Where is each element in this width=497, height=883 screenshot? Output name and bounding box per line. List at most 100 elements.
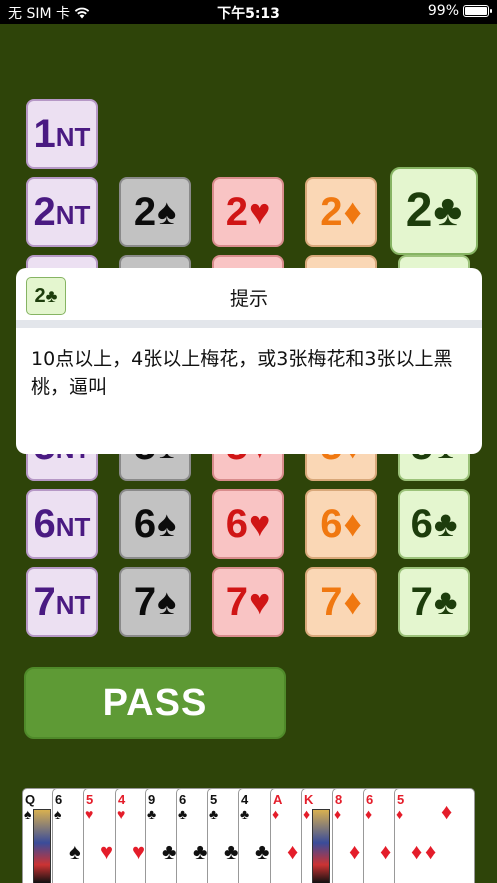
bid-7-diamonds[interactable]: 7 ♦ xyxy=(305,567,377,637)
nt-label: NT xyxy=(55,122,91,152)
battery-percent: 99% xyxy=(427,3,459,19)
hand-card-5-♦[interactable]: 5 ♦ ♦ ♦ ♦ xyxy=(394,788,475,883)
pass-button[interactable]: PASS xyxy=(24,667,286,739)
battery-icon xyxy=(463,5,492,17)
card-pip-icon: ♥ xyxy=(100,839,114,864)
bid-level: 7 xyxy=(225,580,248,624)
card-pip-icon: ♦ xyxy=(425,839,437,864)
card-pip-icon: ♣ xyxy=(162,839,177,864)
bid-7-clubs[interactable]: 7 ♣ xyxy=(398,567,470,637)
bid-level: 7 xyxy=(320,580,343,624)
card-suit-icon: ♠ xyxy=(24,806,32,822)
card-pip-icon: ♦ xyxy=(441,799,453,824)
card-rank: 5 xyxy=(210,792,218,807)
card-rank: 8 xyxy=(335,792,343,807)
card-suit-icon: ♦ xyxy=(272,806,280,822)
heart-icon: ♥ xyxy=(248,581,271,622)
heart-icon: ♥ xyxy=(248,503,271,544)
card-suit-icon: ♥ xyxy=(117,806,126,822)
bid-6-spades[interactable]: 6 ♠ xyxy=(119,489,191,559)
nt-label: NT xyxy=(55,590,91,620)
card-suit-icon: ♦ xyxy=(334,806,342,822)
dialog-message: 10点以上，4张以上梅花，或3张梅花和3张以上黑桃，逼叫 xyxy=(31,348,453,398)
dialog-header: 2 ♣ 提示 xyxy=(16,268,482,320)
bid-6-clubs[interactable]: 6 ♣ xyxy=(398,489,470,559)
status-bar: 无 SIM 卡 下午5:13 99% xyxy=(0,0,497,24)
bid-level: 6 xyxy=(320,502,343,546)
bid-6-nt[interactable]: 6 NT xyxy=(26,489,98,559)
card-rank: K xyxy=(304,792,314,807)
diamond-icon: ♦ xyxy=(343,503,362,544)
card-rank: 6 xyxy=(366,792,374,807)
club-icon: ♣ xyxy=(433,186,463,235)
card-pip-icon: ♦ xyxy=(380,839,392,864)
bid-2-nt[interactable]: 2 NT xyxy=(26,177,98,247)
bid-level: 2 xyxy=(320,190,343,234)
club-icon: ♣ xyxy=(433,581,458,622)
player-hand: Q ♠ 6 ♠ ♠ 5 ♥ ♥ 4 ♥ ♥ 9 ♣ ♣ 6 ♣ ♣ 5 ♣ ♣ 4 ♣ ♣ A ♦ ♦ K ♦ 8 ♦ ♦ 6 ♦ ♦ 5 ♦ ♦ ♦ ♦ xyxy=(0,788,497,883)
card-rank: A xyxy=(273,792,283,807)
card-pip-icon: ♣ xyxy=(193,839,208,864)
bid-6-diamonds[interactable]: 6 ♦ xyxy=(305,489,377,559)
card-pip-icon: ♦ xyxy=(287,839,299,864)
heart-icon: ♥ xyxy=(248,191,271,232)
dialog-title: 提示 xyxy=(229,288,268,310)
card-suit-icon: ♥ xyxy=(85,806,94,822)
card-pip-icon: ♣ xyxy=(255,839,270,864)
card-rank: 5 xyxy=(397,792,405,807)
bid-6-hearts[interactable]: 6 ♥ xyxy=(212,489,284,559)
bid-level: 1 xyxy=(33,112,56,156)
card-pip-icon: ♣ xyxy=(224,839,239,864)
card-suit-icon: ♦ xyxy=(396,806,404,822)
card-suit-icon: ♣ xyxy=(209,806,219,822)
bid-level: 7 xyxy=(33,580,56,624)
dialog-divider xyxy=(16,320,482,328)
card-rank: 4 xyxy=(241,792,249,807)
bid-7-spades[interactable]: 7 ♠ xyxy=(119,567,191,637)
spade-icon: ♠ xyxy=(157,191,177,232)
bid-2-hearts[interactable]: 2 ♥ xyxy=(212,177,284,247)
bid-level: 6 xyxy=(133,502,157,546)
card-rank: 5 xyxy=(86,792,94,807)
card-suit-icon: ♣ xyxy=(147,806,157,822)
bid-2-diamonds[interactable]: 2 ♦ xyxy=(305,177,377,247)
bid-7-hearts[interactable]: 7 ♥ xyxy=(212,567,284,637)
card-rank: 4 xyxy=(118,792,126,807)
bid-2-clubs[interactable]: 2 ♣ xyxy=(390,167,478,255)
card-suit-icon: ♦ xyxy=(365,806,373,822)
face-art xyxy=(33,809,51,883)
spade-icon: ♠ xyxy=(157,503,177,544)
diamond-icon: ♦ xyxy=(343,191,362,232)
nt-label: NT xyxy=(55,512,91,542)
bid-level: 6 xyxy=(410,502,433,546)
card-pip-icon: ♦ xyxy=(349,839,361,864)
face-art xyxy=(312,809,330,883)
card-suit-icon: ♣ xyxy=(240,806,250,822)
bid-level: 2 xyxy=(33,190,56,234)
bid-level: 2 xyxy=(133,190,157,234)
bid-level: 6 xyxy=(33,502,56,546)
card-pip-icon: ♦ xyxy=(411,839,423,864)
bid-level: 2 xyxy=(225,190,248,234)
bid-level: 7 xyxy=(133,580,157,624)
bid-level: 2 xyxy=(405,184,433,237)
card-suit-icon: ♠ xyxy=(54,806,62,822)
card-rank: 6 xyxy=(179,792,187,807)
card-pip-icon: ♥ xyxy=(132,839,146,864)
club-icon: ♣ xyxy=(433,503,458,544)
bid-level: 6 xyxy=(225,502,248,546)
bid-7-nt[interactable]: 7 NT xyxy=(26,567,98,637)
card-suit-icon: ♣ xyxy=(178,806,188,822)
card-pip-icon: ♠ xyxy=(69,839,81,864)
bid-1-nt[interactable]: 1 NT xyxy=(26,99,98,169)
card-rank: Q xyxy=(25,792,36,807)
diamond-icon: ♦ xyxy=(343,581,362,622)
card-rank: 9 xyxy=(148,792,156,807)
bid-2-spades[interactable]: 2 ♠ xyxy=(119,177,191,247)
card-rank: 6 xyxy=(55,792,63,807)
hint-dialog: 2 ♣ 提示 10点以上，4张以上梅花，或3张梅花和3张以上黑桃，逼叫 xyxy=(16,268,482,454)
card-suit-icon: ♦ xyxy=(303,806,311,822)
bid-level: 7 xyxy=(410,580,433,624)
nt-label: NT xyxy=(55,200,91,230)
status-right: 99% xyxy=(427,3,492,19)
